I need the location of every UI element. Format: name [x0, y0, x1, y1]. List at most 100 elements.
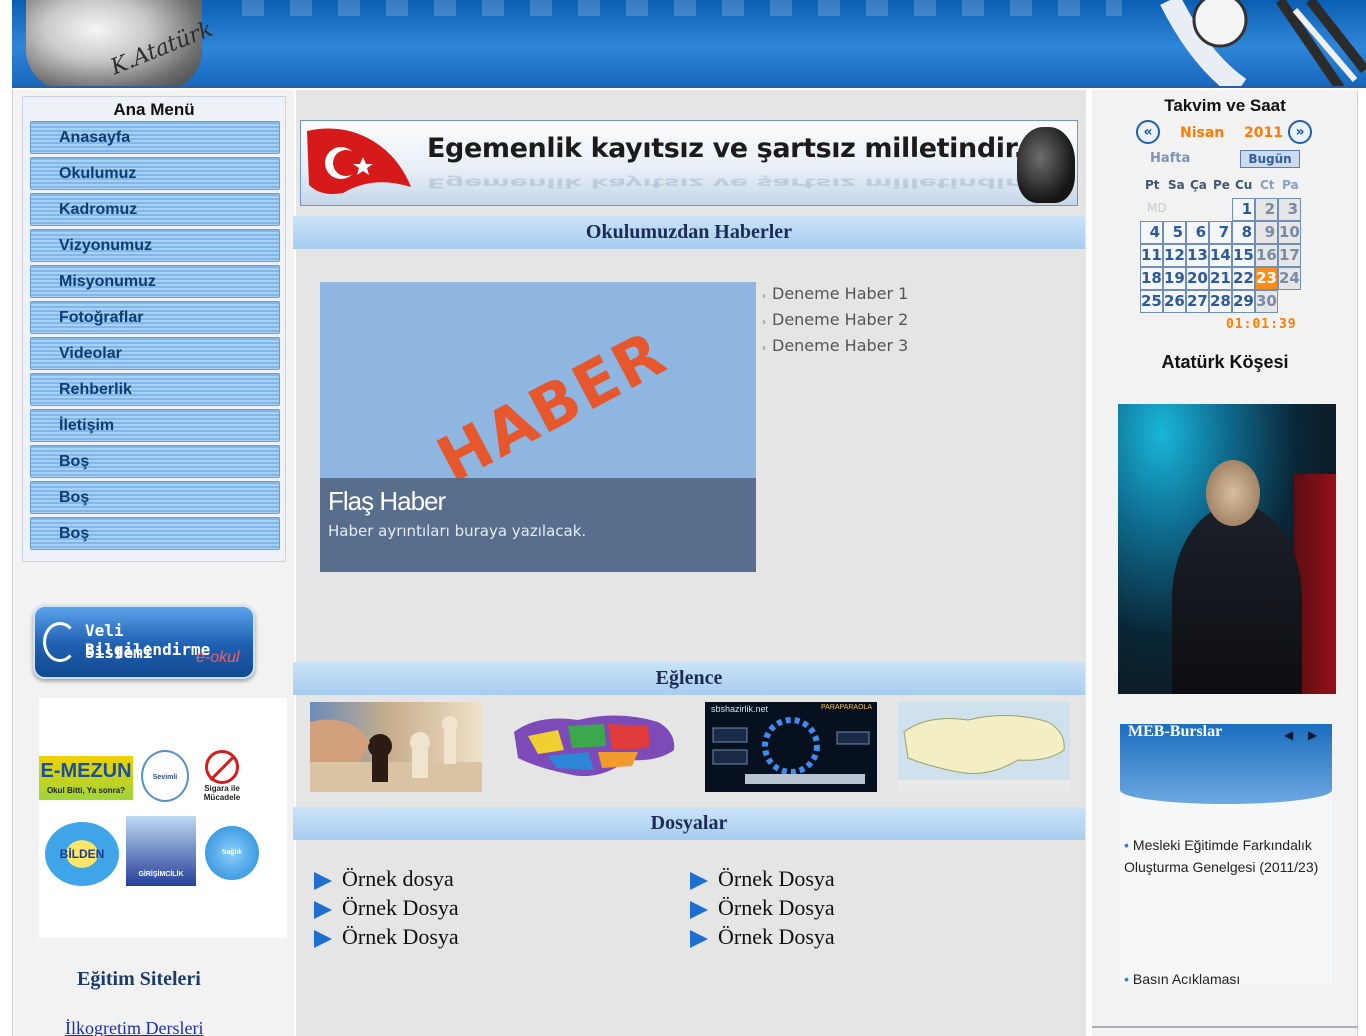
calendar-dow-cu: Cu: [1235, 178, 1253, 192]
turkish-flag-image: [307, 128, 411, 194]
arrow-bullet-icon: ›: [762, 291, 766, 302]
calendar-day-19[interactable]: 19: [1163, 267, 1186, 290]
calendar-day-8[interactable]: 8: [1232, 221, 1255, 244]
meb-burslar-title: MEB-Burslar: [1128, 724, 1223, 740]
turkey-map-game-thumbnail[interactable]: [508, 702, 680, 792]
menu-item-misyonumuz[interactable]: Misyonumuz: [30, 265, 280, 298]
file-link-left-1-label: Örnek dosya: [342, 866, 454, 891]
calendar-dow-pt: Pt: [1145, 178, 1160, 192]
meb-item-2[interactable]: • Basın Açıklaması: [1124, 968, 1328, 984]
play-triangle-icon: [314, 900, 332, 919]
left-sidebar: Ana Menü Anasayfa Okulumuz Kadromuz Vizy…: [12, 90, 294, 1036]
news-link-1-label: Deneme Haber 1: [772, 284, 909, 303]
chess-game-thumbnail[interactable]: [310, 702, 482, 792]
calendar-day-2[interactable]: 2: [1255, 198, 1278, 221]
calendar-day-30[interactable]: 30: [1255, 290, 1278, 313]
calendar-day-21[interactable]: 21: [1209, 267, 1232, 290]
sbs-quiz-game-thumbnail[interactable]: sbshazirlik.net PARAPARAOLA: [705, 702, 877, 792]
calendar-day-16[interactable]: 16: [1255, 244, 1278, 267]
haber-stamp: HABER: [425, 316, 678, 497]
menu-item-okulumuz[interactable]: Okulumuz: [30, 157, 280, 190]
calendar-day-27[interactable]: 27: [1186, 290, 1209, 313]
calendar-day-10[interactable]: 10: [1278, 221, 1301, 244]
calendar-day-3[interactable]: 3: [1278, 198, 1301, 221]
calendar-day-6[interactable]: 6: [1186, 221, 1209, 244]
meb-prev-icon[interactable]: ◀: [1284, 728, 1293, 742]
menu-item-iletisim[interactable]: İletişim: [30, 409, 280, 442]
file-link-left-1[interactable]: Örnek dosya: [314, 866, 454, 892]
file-link-right-3[interactable]: Örnek Dosya: [690, 924, 835, 950]
calendar-today-button[interactable]: Bugün: [1240, 150, 1300, 168]
banner-text-reflection: Egemenlik kayıtsız ve şartsız milletindi…: [427, 174, 1024, 191]
arrow-bullet-icon: ›: [762, 343, 766, 354]
arrow-bullet-icon: ›: [762, 317, 766, 328]
file-link-right-2-label: Örnek Dosya: [718, 895, 835, 920]
menu-item-bos-2[interactable]: Boş: [30, 481, 280, 514]
news-link-2-label: Deneme Haber 2: [772, 310, 909, 329]
file-link-right-2[interactable]: Örnek Dosya: [690, 895, 835, 921]
file-link-left-3[interactable]: Örnek Dosya: [314, 924, 459, 950]
menu-item-anasayfa[interactable]: Anasayfa: [30, 121, 280, 154]
calendar-day-4[interactable]: 4: [1140, 221, 1163, 244]
calendar-month: Nisan: [1180, 125, 1225, 141]
calendar-prev-button[interactable]: «: [1136, 120, 1160, 144]
calendar-day-29[interactable]: 29: [1232, 290, 1255, 313]
calendar-day-13[interactable]: 13: [1186, 244, 1209, 267]
project-badges: E-MEZUN Okul Bitti, Ya sonra? Sevimli Öğ…: [39, 698, 287, 938]
menu-item-bos-3[interactable]: Boş: [30, 517, 280, 550]
calendar-day-28[interactable]: 28: [1209, 290, 1232, 313]
file-link-right-3-label: Örnek Dosya: [718, 924, 835, 949]
ilkogretim-dersleri-link[interactable]: İlkogretim Dersleri: [65, 1018, 203, 1036]
menu-item-videolar[interactable]: Videolar: [30, 337, 280, 370]
news-link-3[interactable]: › Deneme Haber 3: [762, 336, 908, 355]
calendar-md-label: MD: [1147, 201, 1167, 215]
calendar-day-17[interactable]: 17: [1278, 244, 1301, 267]
calendar-day-22[interactable]: 22: [1232, 267, 1255, 290]
calendar-day-18[interactable]: 18: [1140, 267, 1163, 290]
calendar-day-15[interactable]: 15: [1232, 244, 1255, 267]
quiz-right-label: PARAPARAOLA: [821, 704, 873, 711]
file-link-right-1[interactable]: Örnek Dosya: [690, 866, 835, 892]
bilden-eserim-badge[interactable]: BİLDEN ESERİM: [45, 822, 119, 886]
calendar-day-1[interactable]: 1: [1232, 198, 1255, 221]
eokul-button[interactable]: Veli Bilgilendirme Sistemi e-okul: [33, 605, 255, 679]
menu-item-bos-1[interactable]: Boş: [30, 445, 280, 478]
calendar-day-5[interactable]: 5: [1163, 221, 1186, 244]
calendar-day-7[interactable]: 7: [1209, 221, 1232, 244]
bullet-icon: •: [1124, 971, 1129, 984]
calendar-day-20[interactable]: 20: [1186, 267, 1209, 290]
sigara-badge[interactable]: Sigara ile Mücadele: [199, 750, 245, 810]
menu-item-kadromuz[interactable]: Kadromuz: [30, 193, 280, 226]
turkey-outline-map-image: [898, 702, 1070, 792]
photo-face: [1206, 460, 1260, 526]
turkey-cities-map-thumbnail[interactable]: [898, 702, 1070, 792]
news-link-3-label: Deneme Haber 3: [772, 336, 909, 355]
emezun-badge-subtitle: Okul Bitti, Ya sonra?: [46, 786, 126, 795]
file-link-left-2[interactable]: Örnek Dosya: [314, 895, 459, 921]
calendar-day-23[interactable]: 23: [1255, 267, 1278, 290]
saglik-badge[interactable]: Sağlık: [205, 826, 259, 880]
sevimli-ogretmenler-badge[interactable]: Sevimli Öğretmenler: [141, 750, 189, 802]
calendar-day-11[interactable]: 11: [1140, 244, 1163, 267]
meb-item-1[interactable]: • Mesleki Eğitimde Farkındalık Oluşturma …: [1124, 834, 1328, 878]
girisimcilik-badge[interactable]: GİRİŞİMCİLİK: [126, 816, 196, 886]
calendar-day-26[interactable]: 26: [1163, 290, 1186, 313]
play-triangle-icon: [690, 900, 708, 919]
calendar-day-24[interactable]: 24: [1278, 267, 1301, 290]
menu-item-vizyonumuz[interactable]: Vizyonumuz: [30, 229, 280, 262]
meb-next-icon[interactable]: ▶: [1308, 728, 1317, 742]
emezun-badge[interactable]: E-MEZUN Okul Bitti, Ya sonra?: [39, 756, 133, 800]
menu-item-fotograflar[interactable]: Fotoğraflar: [30, 301, 280, 334]
calendar-next-button[interactable]: »: [1288, 120, 1312, 144]
calendar-day-25[interactable]: 25: [1140, 290, 1163, 313]
news-link-2[interactable]: › Deneme Haber 2: [762, 310, 908, 329]
calendar-day-14[interactable]: 14: [1209, 244, 1232, 267]
no-smoking-icon: [205, 750, 239, 784]
menu-item-rehberlik[interactable]: Rehberlik: [30, 373, 280, 406]
ataturk-photo[interactable]: [1118, 404, 1336, 694]
play-triangle-icon: [690, 929, 708, 948]
calendar-day-12[interactable]: 12: [1163, 244, 1186, 267]
news-link-1[interactable]: › Deneme Haber 1: [762, 284, 908, 303]
calendar-day-9[interactable]: 9: [1255, 221, 1278, 244]
play-triangle-icon: [314, 929, 332, 948]
